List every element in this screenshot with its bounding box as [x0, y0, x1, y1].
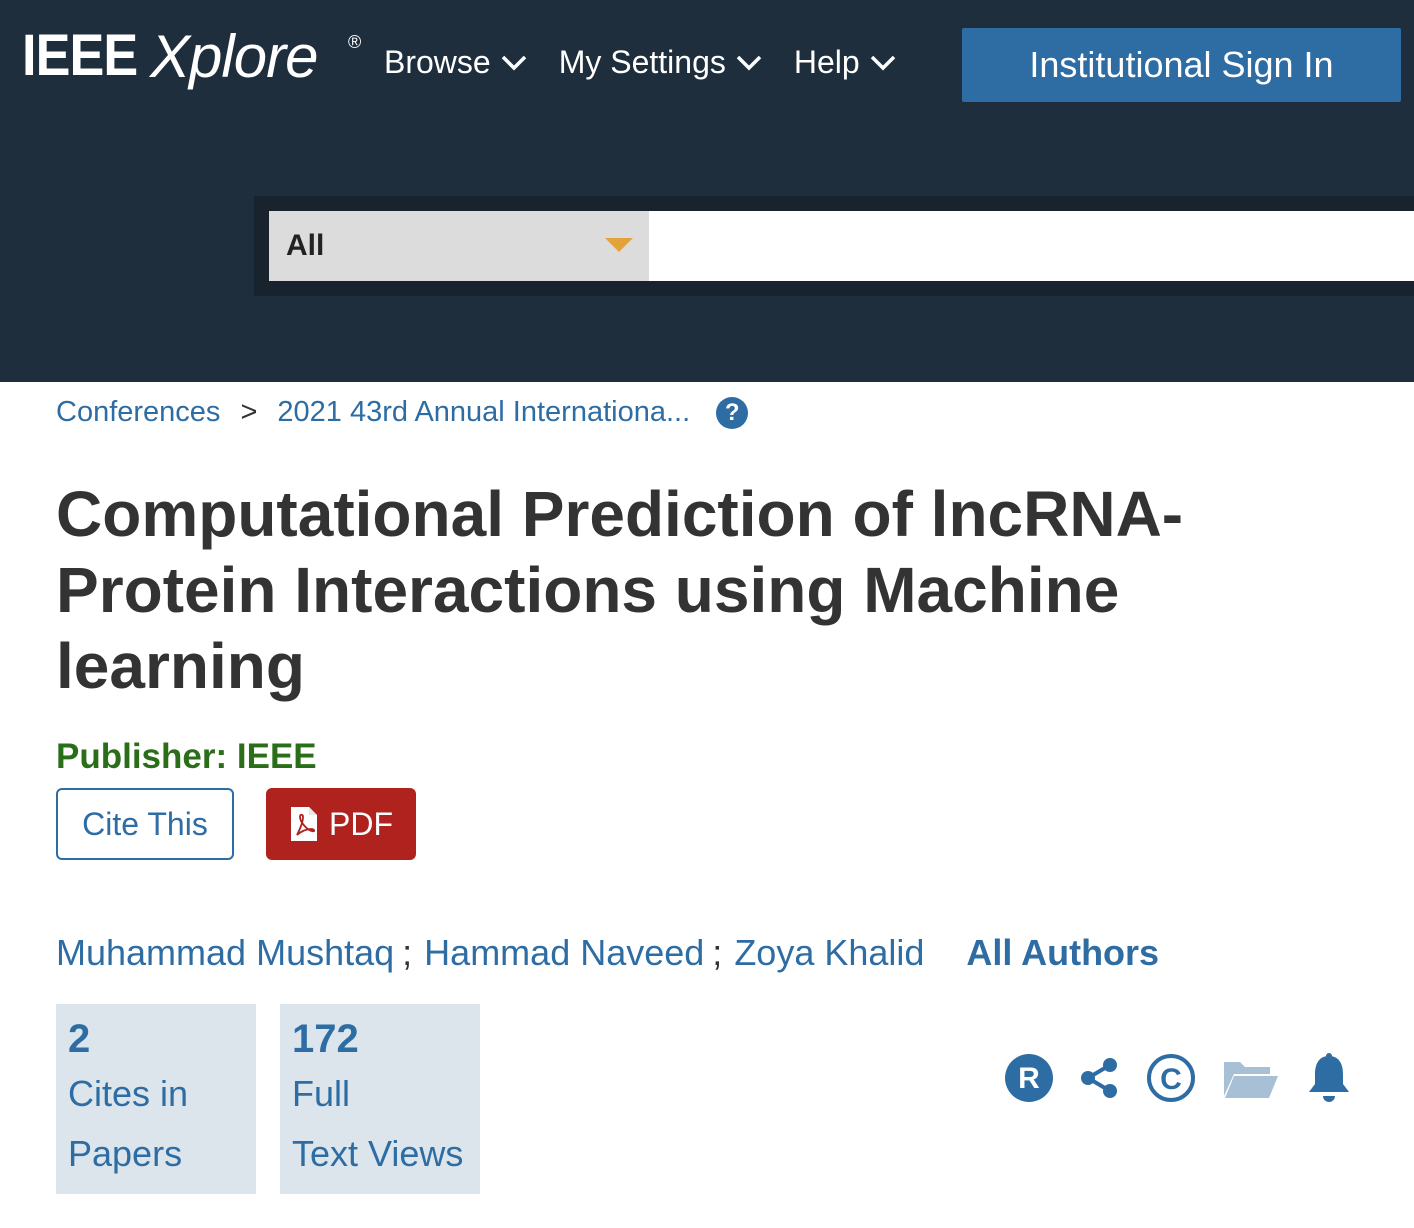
search-scope-value: All	[286, 229, 325, 262]
breadcrumb: Conferences > 2021 43rd Annual Internati…	[56, 396, 749, 429]
folder-icon[interactable]	[1222, 1056, 1280, 1100]
metric-value: 172	[292, 1017, 359, 1061]
cite-this-button[interactable]: Cite This	[56, 788, 234, 860]
metric-cites-in-papers[interactable]: 2 Cites in Papers	[56, 1004, 256, 1194]
pdf-button[interactable]: PDF	[266, 788, 416, 860]
logo-registered-mark: ®	[348, 32, 362, 52]
share-icon[interactable]	[1080, 1057, 1120, 1099]
metric-label-line1: Cites in	[68, 1073, 189, 1114]
chevron-down-icon	[870, 55, 895, 70]
svg-text:R: R	[1018, 1062, 1040, 1095]
chevron-down-icon	[501, 55, 526, 70]
pdf-button-label: PDF	[329, 805, 393, 842]
help-icon[interactable]: ?	[716, 396, 749, 429]
search-input[interactable]	[649, 211, 1414, 281]
publisher-label: Publisher:	[56, 737, 228, 776]
breadcrumb-separator: >	[240, 396, 258, 428]
nav-my-settings-label: My Settings	[558, 44, 726, 80]
author-list: Muhammad Mushtaq ; Hammad Naveed ; Zoya …	[56, 932, 1159, 974]
alert-bell-icon[interactable]	[1306, 1052, 1352, 1104]
author-link[interactable]: Zoya Khalid	[734, 932, 924, 974]
nav-browse[interactable]: Browse	[384, 44, 527, 81]
metric-label-line1: Full	[292, 1073, 351, 1114]
rights-icon[interactable]: R	[1004, 1053, 1054, 1103]
metric-label-line2: Text Views	[292, 1133, 464, 1174]
article-tools: R C	[1004, 1052, 1352, 1104]
publisher-value: IEEE	[236, 737, 317, 776]
metric-full-text-views[interactable]: 172 Full Text Views	[280, 1004, 480, 1194]
nav-browse-label: Browse	[384, 44, 491, 80]
svg-text:C: C	[1160, 1063, 1182, 1096]
metric-value: 2	[68, 1017, 91, 1061]
pdf-file-icon	[291, 807, 317, 841]
nav-help-label: Help	[793, 44, 860, 80]
nav-help[interactable]: Help	[794, 44, 896, 81]
institutional-sign-in-button[interactable]: Institutional Sign In	[962, 28, 1401, 102]
site-header: IEEE Xplore ® Browse My Settings Help In…	[0, 0, 1414, 382]
main-nav: Browse My Settings Help	[384, 44, 896, 81]
author-link[interactable]: Muhammad Mushtaq	[56, 932, 394, 974]
author-separator: ;	[712, 932, 723, 973]
search-scope-select[interactable]: All	[269, 211, 649, 281]
nav-my-settings[interactable]: My Settings	[559, 44, 762, 81]
logo-ieee-text: IEEE	[22, 23, 138, 88]
chevron-down-icon	[736, 55, 762, 70]
article-title: Computational Prediction of lncRNA-Prote…	[56, 478, 1184, 702]
logo-xplore-text: Xplore	[150, 23, 318, 90]
author-separator: ;	[402, 932, 413, 973]
breadcrumb-conferences[interactable]: Conferences	[56, 396, 220, 429]
ieee-xplore-logo[interactable]: IEEE Xplore ®	[22, 22, 361, 90]
caret-down-icon	[605, 238, 633, 252]
all-authors-link[interactable]: All Authors	[966, 932, 1159, 974]
copyright-icon[interactable]: C	[1146, 1053, 1196, 1103]
metric-label-line2: Papers	[68, 1133, 183, 1174]
breadcrumb-conference-name[interactable]: 2021 43rd Annual Internationa...	[277, 396, 690, 429]
author-link[interactable]: Hammad Naveed	[424, 932, 704, 974]
publisher: Publisher: IEEE	[56, 737, 317, 777]
